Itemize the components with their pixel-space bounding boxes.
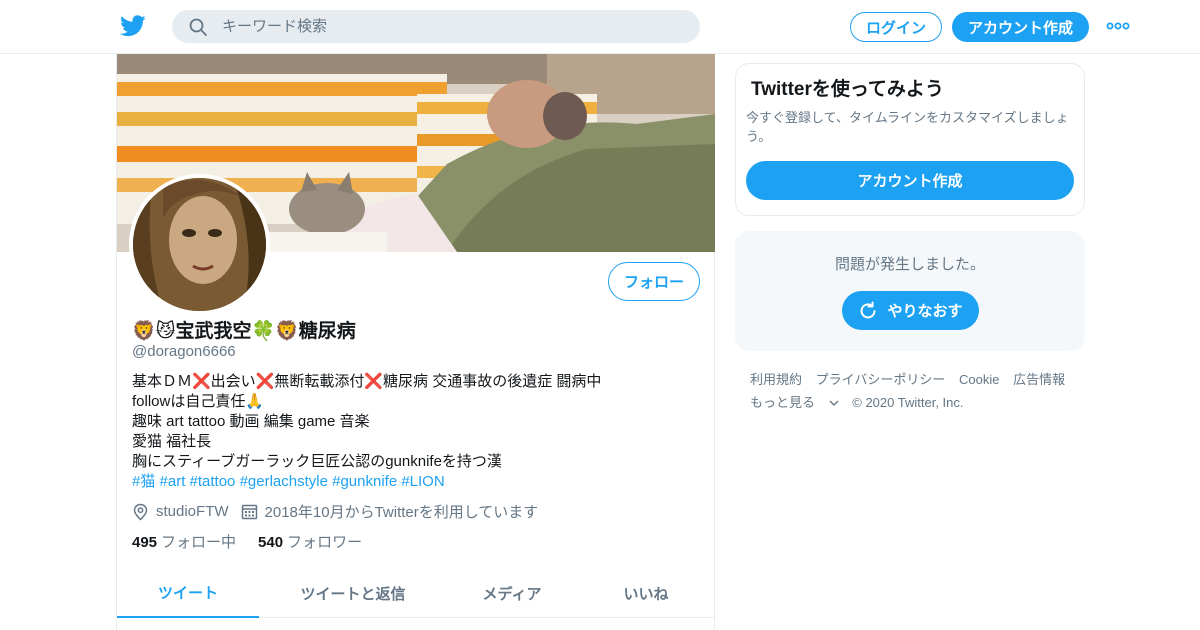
following-stat[interactable]: 495 フォロー中 [132,531,236,552]
footer-copyright: © 2020 Twitter, Inc. [852,395,964,410]
profile-bio: 基本ＤＭ❌出会い❌無断転載添付❌糖尿病 交通事故の後遺症 闘病中 followは… [132,372,702,492]
tab-media[interactable]: メディア [447,568,577,618]
promo-text: 今すぐ登録して、タイムラインをカスタマイズしましょう。 [746,110,1069,144]
promo-title: Twitterを使ってみよう [751,79,944,100]
twitter-bird-icon[interactable] [120,14,146,38]
footer-link-terms[interactable]: 利用規約 [750,368,802,391]
avatar-image [133,178,266,311]
profile-column: フォロー 🦁😼宝武我空🍀🦁糖尿病 @doragon6666 基本ＤＭ❌出会い❌無… [116,54,715,630]
bio-line: 趣味 art tattoo 動画 編集 game 音楽 [132,413,370,430]
footer-more-label: もっと見る [750,395,816,410]
followers-count: 540 [258,534,284,551]
tab-likes[interactable]: いいね [577,568,715,618]
footer-link-cookie[interactable]: Cookie [959,368,999,391]
profile-display-name: 🦁😼宝武我空🍀🦁糖尿病 [132,321,356,342]
login-button[interactable]: ログイン [850,12,942,42]
following-label: フォロー中 [161,534,237,551]
location-pin-icon [133,503,148,521]
footer-link-privacy[interactable]: プライバシーポリシー [816,368,946,391]
tab-tweets-and-replies[interactable]: ツイートと返信 [259,568,447,618]
error-message: 問題が発生しました。 [834,256,985,273]
signup-promo-card: Twitterを使ってみよう 今すぐ登録して、タイムラインをカスタマイズしましょ… [735,63,1085,216]
profile-avatar[interactable] [129,174,270,315]
profile-location: studioFTW [156,503,229,520]
refresh-icon [860,301,876,318]
retry-label: やりなおす [887,303,963,320]
retry-button[interactable]: やりなおす [842,291,979,330]
footer-links: 利用規約 プライバシーポリシー Cookie 広告情報 もっと見る © 2020… [750,368,1080,414]
bio-line: 胸にスティーブガーラック巨匠公認のgunknifeを持つ漢 [132,453,502,470]
follow-button[interactable]: フォロー [608,262,700,301]
search-icon [189,18,207,36]
followers-label: フォロワー [287,534,363,551]
followers-stat[interactable]: 540 フォロワー [258,531,362,552]
search-input[interactable] [222,18,662,35]
calendar-icon [241,504,257,520]
bio-line: 基本ＤＭ❌出会い❌無断転載添付❌糖尿病 交通事故の後遺症 闘病中 [132,373,602,390]
footer-more-link[interactable]: もっと見る [750,391,839,414]
following-count: 495 [132,534,158,551]
signup-button[interactable]: アカウント作成 [952,12,1089,42]
top-navigation-bar: ログイン アカウント作成 [0,0,1200,54]
footer-link-ads[interactable]: 広告情報 [1013,368,1065,391]
tab-tweets[interactable]: ツイート [117,568,259,618]
profile-tabs: ツイート ツイートと返信 メディア いいね [117,568,715,618]
more-dots-icon[interactable] [1106,18,1130,34]
bio-hashtags[interactable]: #猫 #art #tattoo #gerlachstyle #gunknife … [132,472,702,492]
chevron-down-icon [829,400,839,406]
profile-join-date: 2018年10月からTwitterを利用しています [264,504,539,521]
bio-line: 愛猫 福社長 [132,433,212,450]
error-card: 問題が発生しました。 やりなおす [735,231,1085,351]
profile-stats: 495 フォロー中 540 フォロワー [132,531,384,552]
bio-line: followは自己責任🙏 [132,393,265,410]
profile-meta: studioFTW 2018年10月からTwitterを利用しています [132,501,550,522]
profile-handle[interactable]: @doragon6666 [132,343,236,360]
promo-signup-button[interactable]: アカウント作成 [746,161,1074,200]
search-box[interactable] [172,10,700,43]
